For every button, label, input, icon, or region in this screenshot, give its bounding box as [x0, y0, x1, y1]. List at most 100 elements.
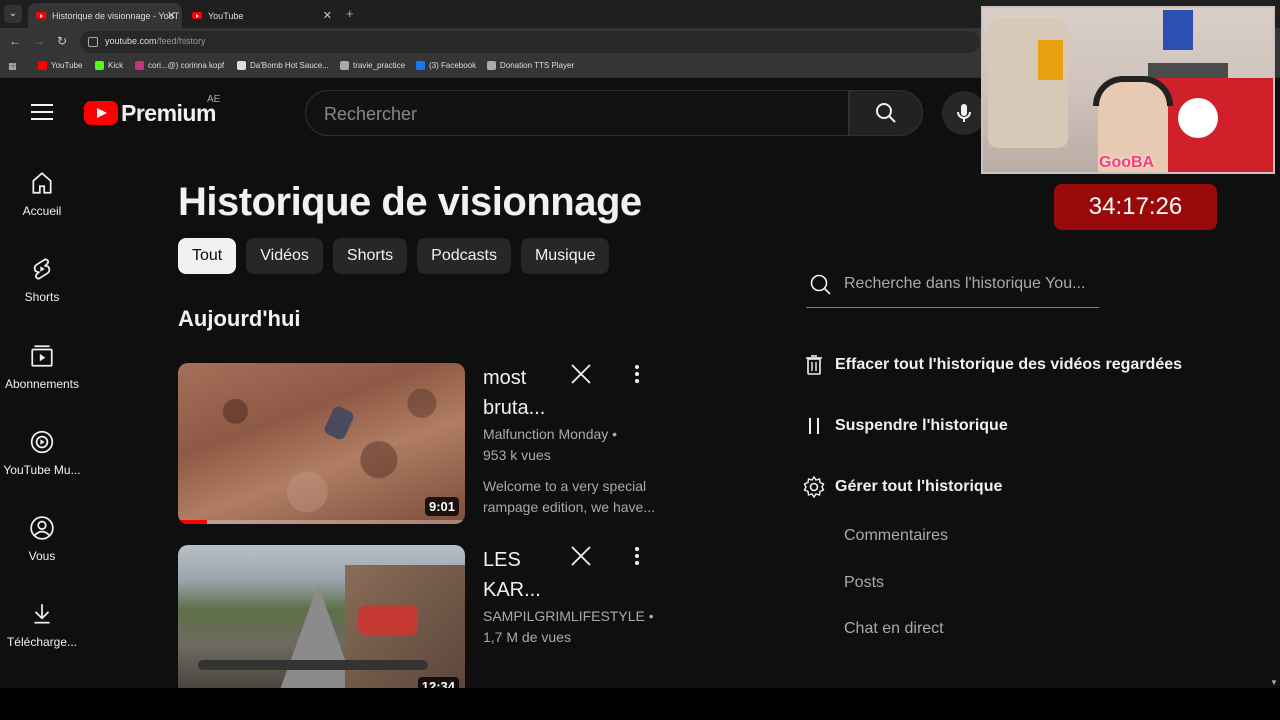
logo-text: Premium [121, 99, 216, 126]
chip-videos[interactable]: Vidéos [246, 238, 323, 274]
microphone-icon [957, 104, 971, 122]
more-options-icon[interactable] [628, 363, 646, 385]
bookmark-item[interactable]: travie_practice [340, 61, 405, 70]
view-count: 1,7 M de vues [483, 629, 571, 645]
video-thumbnail[interactable]: 12:34 [178, 545, 465, 688]
new-tab-button[interactable]: + [346, 6, 354, 21]
video-thumbnail[interactable]: 9:01 [178, 363, 465, 524]
sidebar-item-youtube-music[interactable]: YouTube Mu... [0, 429, 84, 477]
bookmark-item[interactable]: YouTube [38, 61, 82, 70]
manage-history-label: Gérer tout l'historique [835, 478, 1003, 495]
youtube-play-logo-icon [84, 101, 118, 125]
tab-title: YouTube [208, 10, 244, 21]
scroll-down-arrow-icon[interactable]: ▼ [1270, 678, 1278, 687]
remove-from-history-icon[interactable] [570, 545, 592, 567]
tab-title: Historique de visionnage - YouT [52, 10, 180, 21]
pause-history-button[interactable]: Suspendre l'historique [802, 414, 1008, 438]
youtube-premium-logo[interactable]: Premium AE [84, 94, 220, 126]
youtube-favicon-icon [192, 12, 202, 19]
chip-podcasts[interactable]: Podcasts [417, 238, 511, 274]
sidebar-item-home[interactable]: Accueil [0, 170, 84, 218]
comments-link[interactable]: Commentaires [844, 527, 948, 545]
channel-name[interactable]: SAMPILGRIMLIFESTYLE • [483, 608, 654, 624]
bookmark-item[interactable]: (3) Facebook [416, 61, 476, 70]
tab-history[interactable]: Historique de visionnage - YouT ✕ [28, 3, 182, 28]
remove-from-history-icon[interactable] [570, 363, 592, 385]
webcam-headboard [988, 18, 1068, 148]
sidebar-item-downloads[interactable]: Télécharge... [0, 601, 84, 649]
history-search-input[interactable]: Recherche dans l'historique You... [806, 266, 1099, 308]
sidebar-item-label: Vous [28, 549, 56, 563]
streamer-nickname: GooBA [1099, 154, 1155, 171]
view-count: 953 k vues [483, 447, 551, 463]
bookmark-icon [416, 61, 425, 70]
bookmark-item[interactable]: Donation TTS Player [487, 61, 574, 70]
download-icon [34, 604, 50, 624]
search-button[interactable] [849, 90, 923, 136]
home-icon [32, 172, 52, 194]
tab-search-button[interactable]: ⌄ [4, 5, 22, 23]
youtube-music-icon [30, 430, 54, 454]
bookmark-icon [237, 61, 246, 70]
shorts-icon [33, 258, 51, 280]
section-heading-today: Aujourd'hui [178, 306, 301, 331]
chip-music[interactable]: Musique [520, 238, 610, 274]
clear-history-button[interactable]: Effacer tout l'historique des vidéos reg… [802, 353, 1182, 377]
bookmark-icon [487, 61, 496, 70]
search-input[interactable]: Rechercher [305, 90, 849, 136]
more-options-icon[interactable] [628, 545, 646, 567]
sidebar-item-shorts[interactable]: Shorts [0, 256, 84, 304]
bookmark-icon [95, 61, 104, 70]
forward-arrow-icon[interactable]: → [33, 34, 45, 48]
sidebar-item-you[interactable]: Vous [0, 515, 84, 563]
webcam-overlay: GooBA [981, 6, 1275, 174]
apps-grid-icon[interactable]: ▦ [8, 61, 18, 71]
thumbnail-handlebars [198, 660, 428, 670]
close-tab-icon[interactable]: ✕ [323, 9, 332, 22]
video-title[interactable]: LES KAR... [483, 545, 563, 605]
chip-all[interactable]: Tout [178, 238, 237, 274]
sidebar-item-label: Abonnements [4, 377, 80, 391]
video-duration: 12:34 [417, 677, 459, 688]
bookmark-icon [38, 61, 47, 70]
watch-progress-bar [178, 520, 465, 524]
video-description: Welcome to a very special rampage edition… [483, 478, 655, 515]
menu-icon[interactable] [31, 104, 53, 120]
tab-youtube[interactable]: YouTube ✕ [184, 3, 338, 28]
video-duration: 9:01 [424, 497, 459, 516]
posts-link[interactable]: Posts [844, 574, 884, 592]
webcam-poster [1163, 10, 1193, 50]
manage-history-button[interactable]: Gérer tout l'historique [802, 475, 1002, 499]
bottom-bar [0, 688, 1280, 720]
close-tab-icon[interactable]: ✕ [167, 9, 176, 22]
site-info-icon[interactable] [88, 37, 98, 47]
stream-timer: 34:17:26 [1054, 184, 1217, 230]
channel-name[interactable]: Malfunction Monday • [483, 426, 617, 442]
pause-icon [809, 418, 819, 434]
video-title[interactable]: most bruta... [483, 363, 563, 423]
page-title: Historique de visionnage [178, 180, 642, 224]
live-chat-link[interactable]: Chat en direct [844, 620, 944, 638]
thumbnail-kart [358, 605, 418, 635]
sidebar-item-label: Télécharge... [6, 635, 78, 649]
address-bar[interactable]: youtube.com/feed/history [80, 31, 980, 53]
subscriptions-icon [31, 345, 53, 367]
youtube-favicon-icon [36, 12, 46, 19]
bookmark-icon [340, 61, 349, 70]
thumbnail-image [178, 363, 465, 524]
gear-icon [803, 475, 825, 499]
clear-history-label: Effacer tout l'historique des vidéos reg… [835, 356, 1183, 373]
sidebar-item-label: Shorts [24, 290, 60, 304]
filter-chips: Tout Vidéos Shorts Podcasts Musique [178, 238, 619, 274]
webcam-poster [1038, 40, 1063, 80]
bookmark-item[interactable]: cori...@) corinna kopf [135, 61, 224, 70]
sidebar-item-subscriptions[interactable]: Abonnements [0, 343, 84, 391]
trash-icon [806, 355, 822, 375]
back-arrow-icon[interactable]: ← [9, 34, 21, 48]
bookmark-item[interactable]: Da'Bomb Hot Sauce... [237, 61, 329, 70]
chip-shorts[interactable]: Shorts [332, 238, 408, 274]
reload-icon[interactable]: ↻ [57, 34, 67, 48]
bookmark-item[interactable]: Kick [95, 61, 123, 70]
sidebar-item-label: YouTube Mu... [3, 463, 81, 477]
voice-search-button[interactable] [942, 91, 986, 135]
